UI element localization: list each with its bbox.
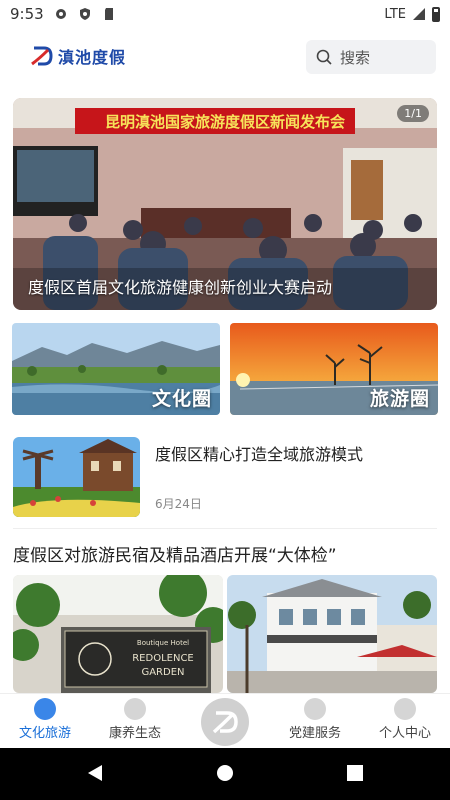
hotel-sign-name-2: GARDEN bbox=[141, 667, 184, 678]
signal-icon bbox=[413, 8, 425, 20]
hero-banner[interactable]: 昆明滇池国家旅游度假区新闻发布会 1/1 度假区首届文化旅游健康创新创业大赛启动 bbox=[13, 98, 437, 310]
tourism-card-label: 旅游圈 bbox=[369, 388, 430, 410]
tab-wellness[interactable]: 康养生态 bbox=[95, 698, 175, 741]
feature-title[interactable]: 度假区对旅游民宿及精品酒店开展“大体检” bbox=[13, 541, 337, 566]
culture-circle-card[interactable]: 文化圈 bbox=[12, 323, 220, 415]
center-home-button[interactable] bbox=[201, 698, 249, 746]
party-service-icon bbox=[304, 698, 326, 720]
tab-party-service[interactable]: 党建服务 bbox=[275, 698, 355, 741]
news-date: 6月24日 bbox=[155, 497, 202, 511]
search-icon bbox=[316, 49, 332, 65]
home-icon[interactable] bbox=[216, 764, 234, 782]
news-list-item[interactable]: 度假区精心打造全域旅游模式 6月24日 bbox=[13, 437, 437, 523]
tab-user-center[interactable]: 个人中心 bbox=[365, 698, 445, 741]
battery-icon bbox=[432, 6, 440, 22]
wellness-icon bbox=[124, 698, 146, 720]
status-bar: 9:53 LTE bbox=[0, 0, 450, 28]
logo-text: 滇池度假 bbox=[58, 48, 127, 67]
hotel-sign-name-1: REDOLENCE bbox=[132, 653, 194, 664]
logo-mark-icon bbox=[31, 46, 53, 66]
recents-icon[interactable] bbox=[346, 764, 364, 782]
news-thumbnail bbox=[13, 437, 140, 517]
hotel-sign-small: Boutique Hotel bbox=[137, 639, 189, 647]
feature-photo-hotel-sign[interactable]: Boutique Hotel REDOLENCE GARDEN bbox=[13, 575, 223, 693]
tab-label: 文化旅游 bbox=[18, 726, 71, 741]
hero-caption: 度假区首届文化旅游健康创新创业大赛启动 bbox=[28, 278, 333, 297]
user-icon bbox=[394, 698, 416, 720]
app-header: 滇池度假 搜索 bbox=[0, 36, 450, 82]
app-screen: 9:53 LTE 滇池度假 搜索 昆明滇池国家旅游度假区新闻发布会 1/1 度假… bbox=[0, 0, 450, 800]
app-logo: 滇池度假 bbox=[30, 44, 126, 68]
search-input[interactable]: 搜索 bbox=[306, 40, 436, 74]
divider bbox=[13, 528, 437, 529]
network-type: LTE bbox=[384, 6, 406, 22]
search-placeholder: 搜索 bbox=[340, 48, 371, 67]
tab-label: 个人中心 bbox=[378, 726, 431, 741]
center-logo-icon bbox=[212, 711, 238, 734]
news-title: 度假区精心打造全域旅游模式 bbox=[155, 445, 364, 464]
system-nav-bar bbox=[0, 748, 450, 800]
feature-photo-hotel-building[interactable] bbox=[227, 575, 437, 693]
shield-icon bbox=[79, 8, 90, 20]
sd-card-icon bbox=[104, 8, 113, 20]
culture-tourism-icon bbox=[34, 698, 56, 720]
hero-pager: 1/1 bbox=[397, 105, 429, 122]
tab-culture-tourism[interactable]: 文化旅游 bbox=[5, 698, 85, 741]
status-time: 9:53 bbox=[10, 5, 44, 23]
tab-label: 康养生态 bbox=[108, 726, 161, 741]
tourism-circle-card[interactable]: 旅游圈 bbox=[230, 323, 438, 415]
status-right: LTE bbox=[384, 6, 440, 22]
banner-text: 昆明滇池国家旅游度假区新闻发布会 bbox=[105, 113, 345, 131]
tab-label: 党建服务 bbox=[288, 726, 341, 741]
settings-icon bbox=[55, 9, 66, 19]
back-icon[interactable] bbox=[86, 764, 104, 782]
culture-card-label: 文化圈 bbox=[151, 388, 212, 410]
